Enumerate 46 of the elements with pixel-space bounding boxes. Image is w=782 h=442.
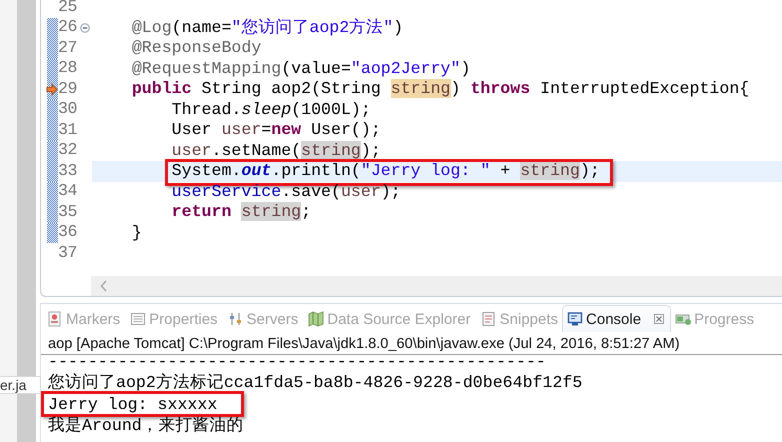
line-number: 28 <box>58 58 77 80</box>
list-icon <box>130 311 146 327</box>
code-line: @RequestMapping(value="aop2Jerry") <box>130 58 470 78</box>
line-number: 33 <box>58 160 77 182</box>
console-line: 您访问了aop2方法标记cca1fda5-ba8b-4826-9228-d0be64bf12f5 <box>48 373 582 392</box>
line-number: 26 <box>58 17 77 38</box>
code-line: @ResponseBody <box>130 38 262 57</box>
view-tab[interactable]: Snippets <box>480 306 558 332</box>
view-tab[interactable]: Progress <box>675 306 754 332</box>
markers-icon <box>47 311 63 327</box>
view-tab[interactable]: Properties <box>130 306 218 332</box>
view-tab[interactable]: Markers <box>47 306 120 332</box>
console-title: aop [Apache Tomcat] C:\Program Files\Java\jdk1.8.0_60\bin\javaw.exe (Jul 24, 2016, 8:51:27 AM) <box>41 334 782 355</box>
view-tab[interactable]: Data Source Explorer <box>308 306 471 332</box>
code-line: User user=new User(); <box>170 120 381 139</box>
line-number: 32 <box>58 140 77 162</box>
line-number: 27 <box>58 38 77 59</box>
line-number: 25 <box>58 0 77 18</box>
code-editor[interactable] <box>40 0 782 297</box>
view-tab[interactable]: Servers <box>228 306 298 332</box>
horizontal-scrollbar[interactable] <box>91 276 782 296</box>
line-number: 36 <box>58 222 77 244</box>
collapse-icon[interactable] <box>80 22 90 33</box>
code-line: } <box>130 222 142 242</box>
line-number: 34 <box>58 181 77 202</box>
line-number: 29 <box>58 78 77 100</box>
tab-label[interactable]: er.ja <box>0 376 42 394</box>
line-number: 30 <box>58 99 77 120</box>
code-line: user.setName(string); <box>170 140 381 160</box>
line-number: 37 <box>58 242 77 264</box>
code-line: userService.save(user); <box>170 182 401 200</box>
map-icon <box>308 311 324 327</box>
line-number: 35 <box>58 202 77 223</box>
code-line: return string; <box>170 202 312 221</box>
code-line: System.out.println("Jerry log: " + string); <box>170 161 600 180</box>
close-icon[interactable] <box>654 314 664 324</box>
console-line: -------------------------------------------------- <box>48 352 546 371</box>
line-number: 31 <box>58 120 77 141</box>
note-icon <box>480 311 497 327</box>
monitor-icon <box>567 311 584 327</box>
code-line: Thread.sleep(1000L); <box>170 100 371 118</box>
code-line: public String aop2(String string) throws InterruptedException{ <box>130 79 750 98</box>
console-line: Jerry log: sxxxxx <box>48 394 218 414</box>
console-line: 我是Around，来打酱油的 <box>48 416 244 435</box>
view-tab[interactable]: Console <box>562 305 672 332</box>
code-line: @Log(name="您访问了aop2方法") <box>130 18 404 36</box>
